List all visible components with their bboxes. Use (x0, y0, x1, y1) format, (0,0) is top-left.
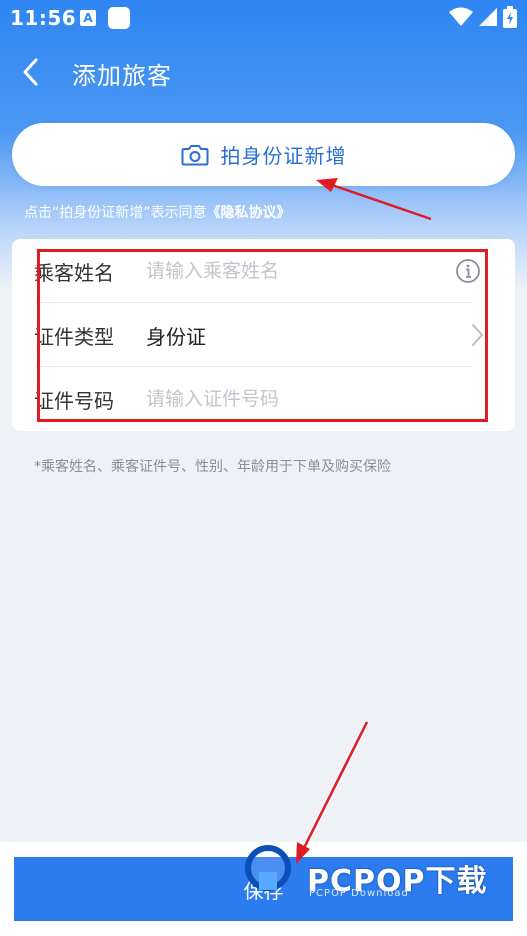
signal-icon (479, 8, 497, 26)
id-number-row: 证件号码 (34, 367, 471, 431)
watermark-logo-square (259, 872, 277, 890)
id-type-row[interactable]: 证件类型 身份证 (34, 303, 484, 367)
status-bar: 11:56 A (0, 0, 527, 36)
privacy-note: *乘客姓名、乘客证件号、性别、年龄用于下单及购买保险 (34, 459, 391, 475)
navigation-bar: 添加旅客 (0, 44, 527, 100)
chevron-right-icon (472, 324, 484, 346)
camera-icon (181, 144, 208, 165)
passenger-name-label: 乘客姓名 (34, 260, 114, 285)
notification-a-icon: A (80, 10, 96, 26)
wifi-icon (449, 7, 473, 26)
battery-icon (503, 6, 517, 28)
notification-app-icon (108, 7, 130, 29)
privacy-agreement-link[interactable]: 《隐私协议》 (207, 205, 291, 221)
info-icon[interactable] (455, 258, 481, 284)
chevron-left-icon (23, 58, 38, 86)
watermark: PCPOP下载 PCPOP Download (245, 842, 515, 912)
passenger-name-row: 乘客姓名 (34, 239, 480, 303)
scan-id-card-button[interactable]: 拍身份证新增 (12, 123, 515, 186)
id-number-input[interactable] (146, 388, 471, 410)
watermark-subtitle: PCPOP Download (309, 888, 409, 899)
passenger-name-input[interactable] (146, 260, 455, 282)
scan-id-card-label: 拍身份证新增 (220, 144, 347, 168)
id-type-label: 证件类型 (34, 324, 114, 349)
consent-text: 点击“拍身份证新增”表示同意《隐私协议》 (24, 202, 291, 222)
consent-prefix: 点击“拍身份证新增”表示同意 (24, 205, 207, 221)
page-title: 添加旅客 (72, 62, 172, 90)
status-time: 11:56 (10, 6, 77, 30)
id-type-value: 身份证 (146, 324, 206, 349)
status-icons (449, 6, 517, 28)
back-button[interactable] (16, 54, 50, 90)
id-number-label: 证件号码 (34, 388, 114, 413)
